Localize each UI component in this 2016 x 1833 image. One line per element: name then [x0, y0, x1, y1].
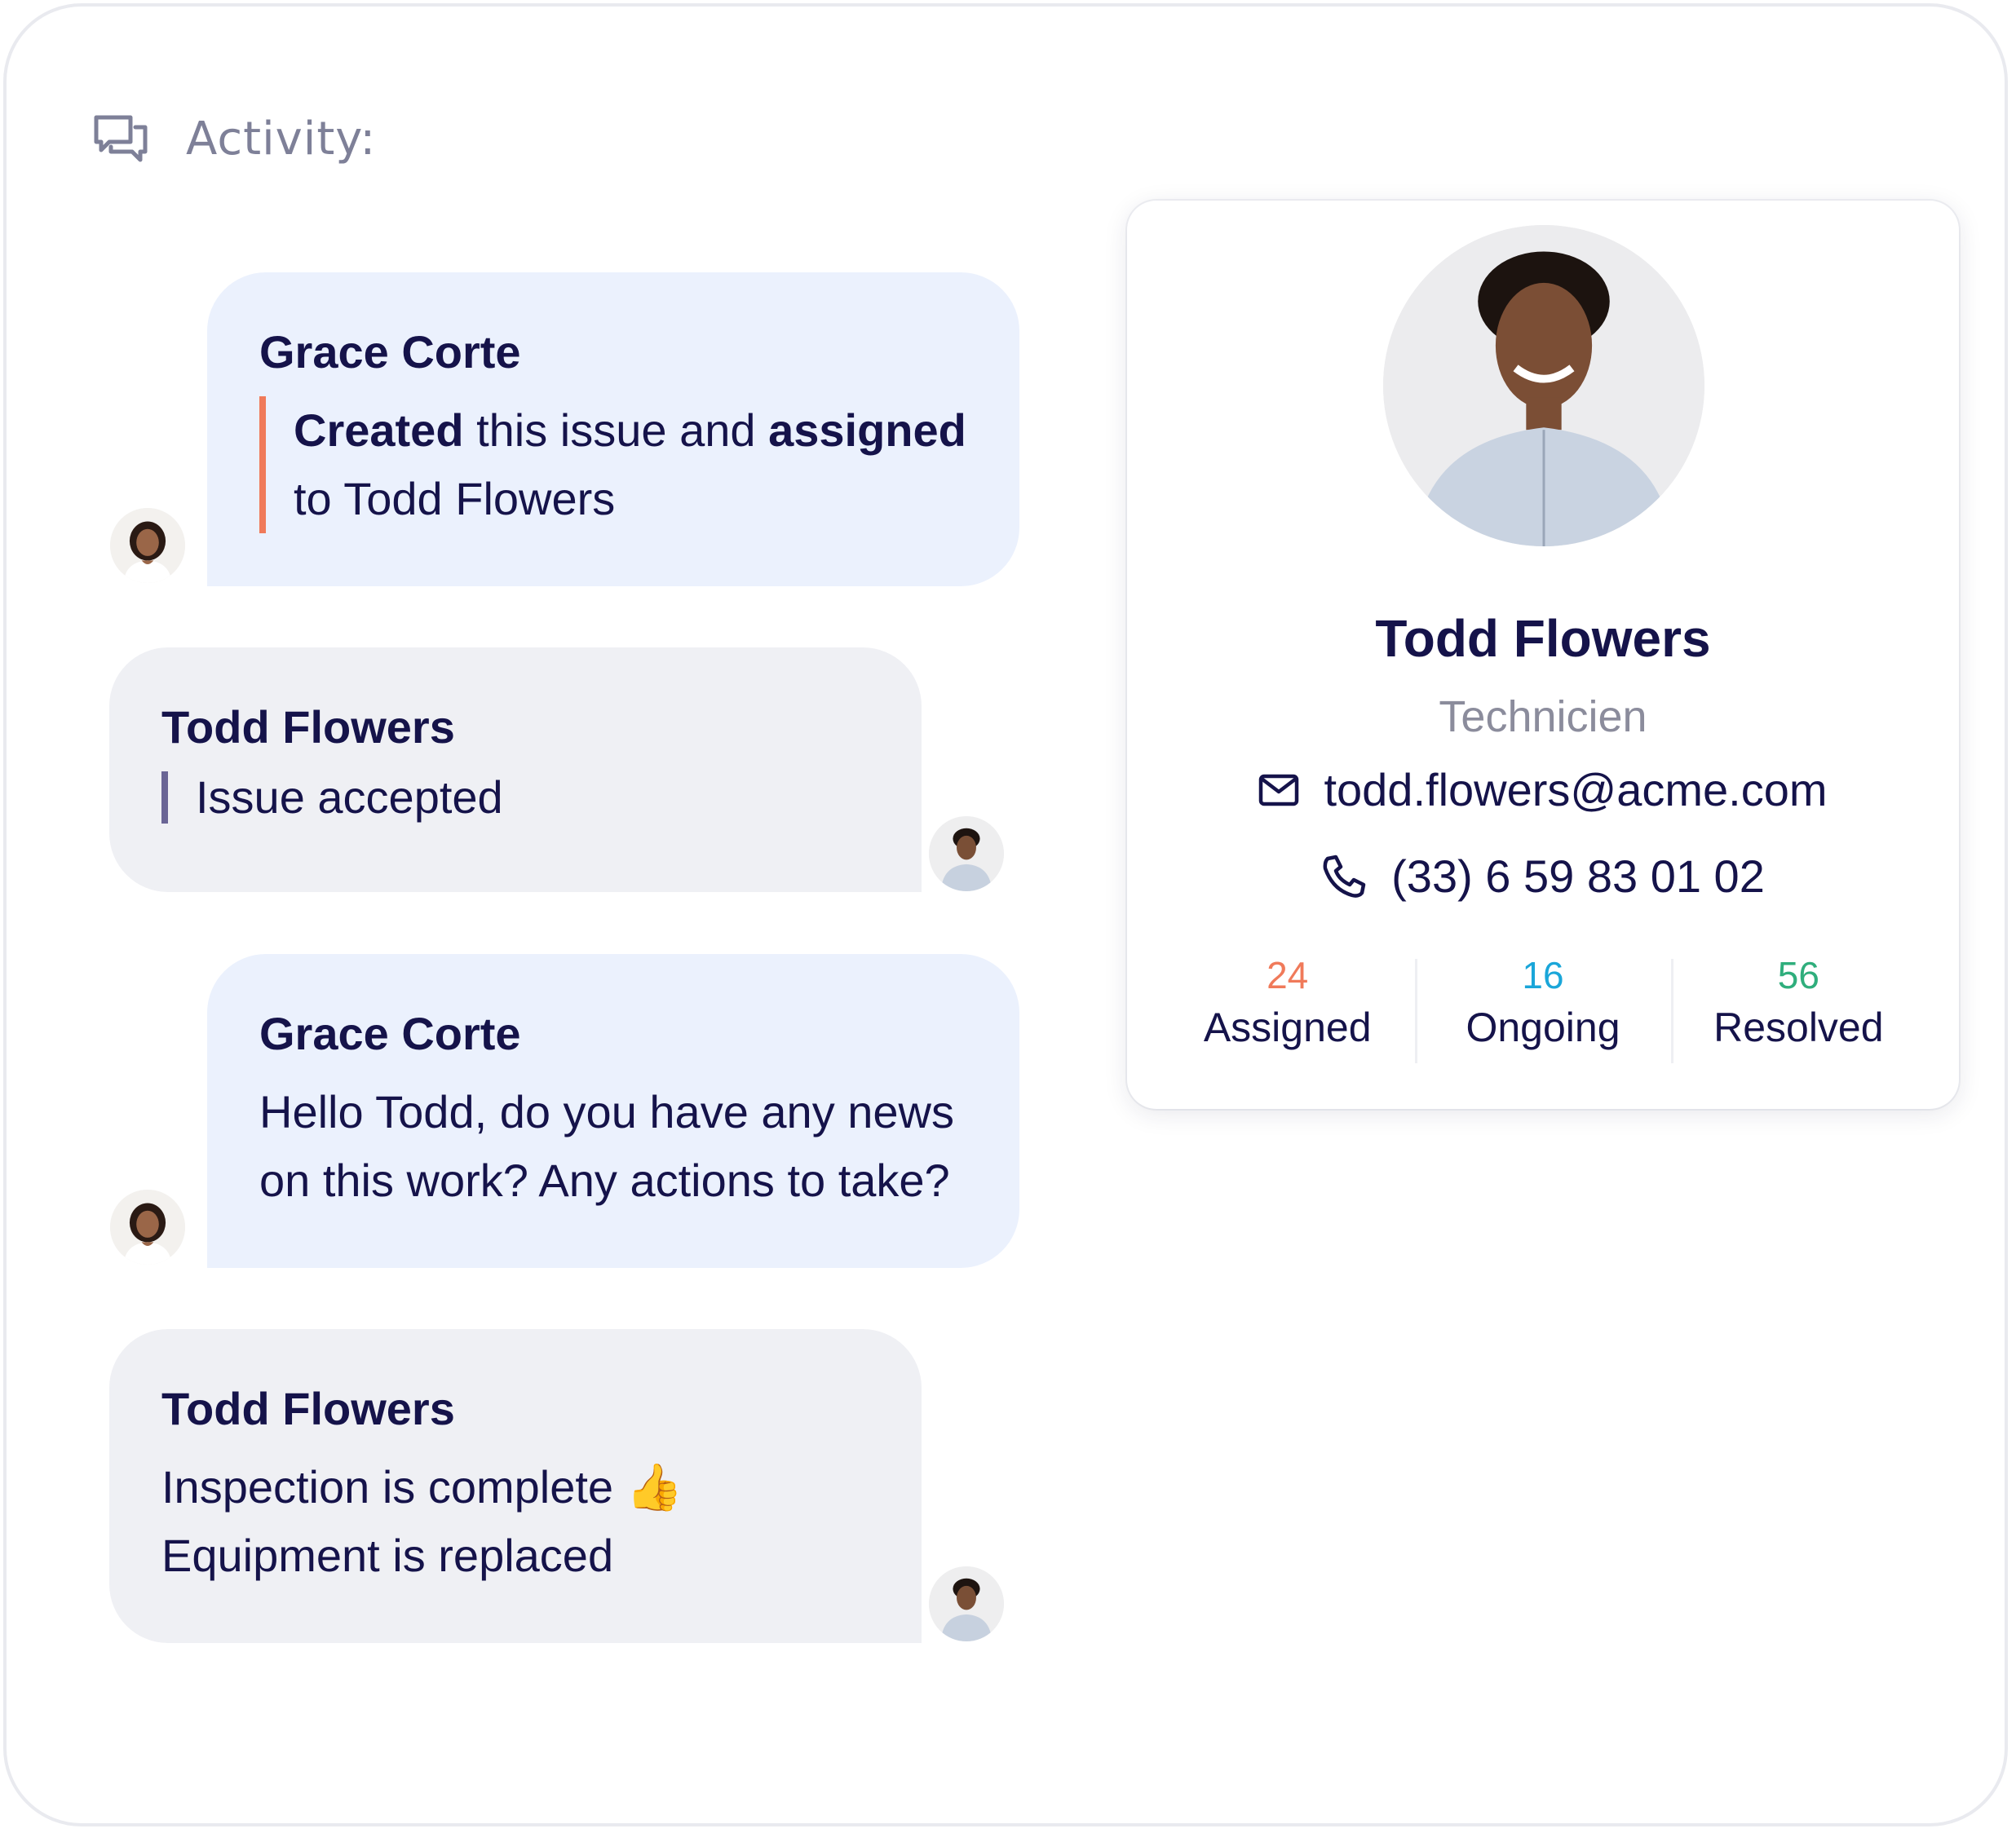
message-body: Inspection is complete 👍 Equipment is re…: [161, 1453, 922, 1590]
avatar: [926, 1564, 1006, 1644]
stat-label: Assigned: [1203, 1005, 1372, 1050]
profile-phone-text: (33) 6 59 83 01 02: [1391, 850, 1765, 902]
grace-avatar-image: [110, 508, 185, 583]
message-text: to Todd Flowers: [294, 473, 616, 524]
profile-stats: 24 Assigned 16 Ongoing 56 Resolved: [1160, 951, 1926, 1065]
message-text: on this work? Any actions to take?: [259, 1155, 950, 1206]
message-bubble: Grace Corte Hello Todd, do you have any …: [207, 954, 1019, 1268]
message-author: Grace Corte: [259, 1008, 521, 1059]
avatar: [926, 814, 1006, 894]
todd-profile-image: [1383, 225, 1704, 546]
stat-assigned: 24 Assigned: [1160, 951, 1415, 1065]
message-author: Todd Flowers: [161, 701, 455, 753]
profile-email-text: todd.flowers@acme.com: [1324, 764, 1828, 815]
message-author: Grace Corte: [259, 326, 521, 378]
stat-value: 16: [1522, 954, 1564, 996]
profile-role: Technicien: [1439, 692, 1647, 741]
message-emphasis: assigned: [768, 404, 966, 456]
profile-photo: [1383, 225, 1704, 546]
todd-avatar-image: [929, 1566, 1004, 1641]
stat-resolved: 56 Resolved: [1670, 951, 1926, 1065]
profile-name: Todd Flowers: [1375, 609, 1711, 668]
message-emphasis: Created: [294, 404, 464, 456]
grace-avatar-image: [110, 1190, 185, 1265]
activity-title: Activity:: [186, 112, 377, 166]
message-bubble: Todd Flowers Issue accepted: [109, 647, 922, 892]
message-text: this issue and: [463, 404, 769, 456]
message-text: Hello Todd, do you have any news: [259, 1086, 954, 1137]
mail-icon: [1259, 774, 1299, 806]
message-text: Inspection is complete: [161, 1461, 614, 1513]
profile-card: Todd Flowers Technicien todd.flowers@acm…: [1127, 201, 1959, 1109]
stat-label: Ongoing: [1466, 1005, 1620, 1050]
stat-value: 24: [1267, 954, 1309, 996]
message-bubble: Todd Flowers Inspection is complete 👍 Eq…: [109, 1329, 922, 1643]
message-body: Created this issue and assigned to Todd …: [259, 396, 1019, 533]
chat-bubbles-icon: [94, 115, 148, 162]
avatar: [108, 506, 188, 585]
stat-ongoing: 16 Ongoing: [1415, 951, 1670, 1065]
message-body: Hello Todd, do you have any news on this…: [259, 1078, 1019, 1215]
activity-header: Activity:: [93, 106, 376, 171]
message-author: Todd Flowers: [161, 1383, 455, 1434]
message-bubble: Grace Corte Created this issue and assig…: [207, 272, 1019, 586]
message-text: Equipment is replaced: [161, 1530, 614, 1581]
stat-value: 56: [1777, 954, 1819, 996]
stat-label: Resolved: [1713, 1005, 1884, 1050]
avatar: [108, 1187, 188, 1267]
phone-icon: [1323, 855, 1366, 898]
message-body: Issue accepted: [161, 771, 922, 824]
profile-email[interactable]: todd.flowers@acme.com: [1127, 763, 1959, 816]
thumbs-up-emoji: 👍: [626, 1461, 683, 1513]
todd-avatar-image: [929, 816, 1004, 891]
profile-phone[interactable]: (33) 6 59 83 01 02: [1127, 850, 1959, 903]
